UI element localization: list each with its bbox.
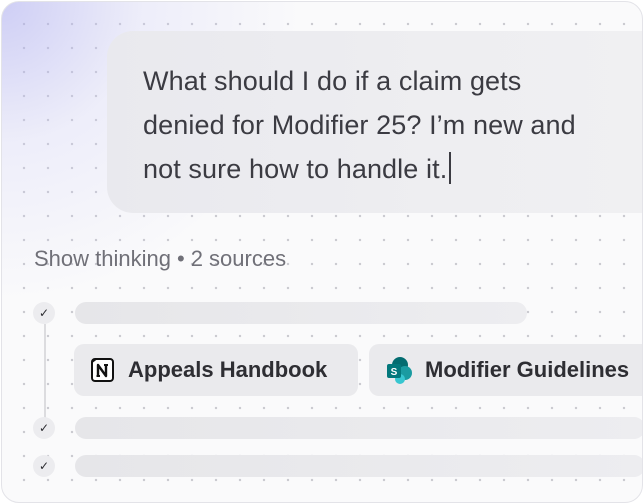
thinking-step-placeholder	[75, 302, 527, 324]
chat-card: What should I do if a claim gets denied …	[1, 1, 643, 503]
source-label: Modifier Guidelines	[425, 357, 630, 382]
separator-dot: •	[176, 246, 185, 271]
thinking-summary[interactable]: Show thinking • 2 sources	[34, 246, 286, 272]
source-label: Appeals Handbook	[128, 357, 328, 382]
source-chip-appeals-handbook[interactable]: Appeals Handbook	[74, 344, 358, 396]
check-icon: ✓	[33, 302, 55, 324]
sources-count[interactable]: 2 sources	[191, 246, 286, 271]
timeline-line	[44, 324, 46, 420]
sharepoint-icon: S	[385, 356, 413, 384]
source-chip-modifier-guidelines[interactable]: S Modifier Guidelines	[369, 344, 642, 396]
thinking-step-placeholder	[75, 417, 642, 439]
notion-icon	[90, 357, 116, 383]
show-thinking-link[interactable]: Show thinking	[34, 246, 171, 271]
check-icon: ✓	[33, 417, 55, 439]
user-message-bubble: What should I do if a claim gets denied …	[107, 31, 642, 213]
user-message-text[interactable]: What should I do if a claim gets denied …	[143, 59, 603, 191]
thinking-step-placeholder	[75, 455, 642, 477]
text-cursor	[449, 152, 451, 184]
check-icon: ✓	[33, 455, 55, 477]
svg-text:S: S	[391, 367, 398, 378]
